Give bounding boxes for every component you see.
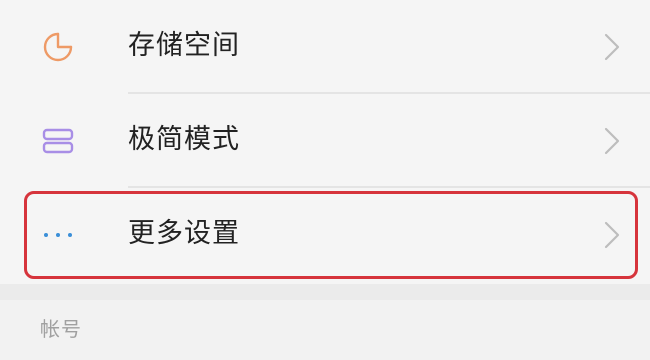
chevron-right-icon: [602, 218, 622, 252]
settings-item-storage[interactable]: 存储空间: [0, 0, 650, 94]
simple-mode-icon: [40, 123, 76, 159]
settings-item-simple-mode[interactable]: 极简模式: [0, 94, 650, 188]
chevron-right-icon: [602, 30, 622, 64]
chevron-right-icon: [602, 124, 622, 158]
more-dots-icon: [40, 217, 76, 253]
settings-list: 存储空间 极简模式 更多设置: [0, 0, 650, 284]
settings-screen: 存储空间 极简模式 更多设置 帐号: [0, 0, 650, 360]
settings-item-label: 更多设置: [128, 218, 240, 249]
storage-pie-icon: [40, 29, 76, 65]
section-title: 帐号: [40, 317, 82, 341]
settings-item-label: 极简模式: [128, 124, 240, 155]
settings-item-more-settings[interactable]: 更多设置: [0, 188, 650, 282]
settings-item-label: 存储空间: [128, 30, 240, 61]
section-header-account: 帐号: [0, 300, 650, 360]
section-divider: [0, 284, 650, 300]
